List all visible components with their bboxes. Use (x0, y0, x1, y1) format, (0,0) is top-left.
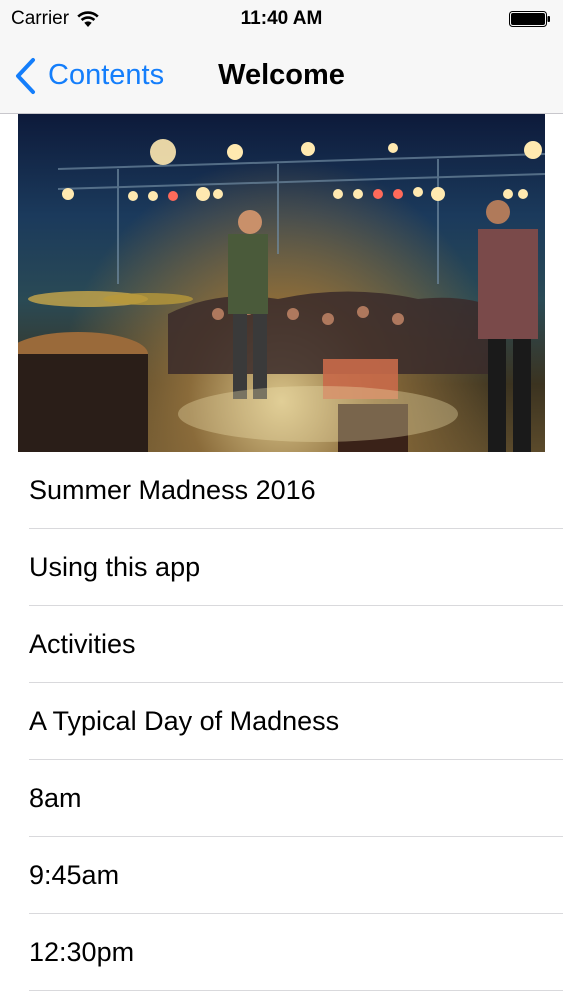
navigation-bar: Contents Welcome (0, 38, 563, 114)
status-bar: Carrier 11:40 AM (0, 0, 563, 38)
list-item-label: A Typical Day of Madness (29, 706, 340, 736)
list-item-label: 9:45am (29, 860, 120, 890)
app-screen: Carrier 11:40 AM Contents Welcome Summer… (0, 0, 563, 1000)
status-time: 11:40 AM (240, 8, 323, 29)
hero-image (18, 114, 545, 452)
contents-list: Summer Madness 2016 Using this app Activ… (0, 452, 563, 991)
list-item-label: 8am (29, 783, 82, 813)
back-button-label: Contents (48, 59, 165, 91)
list-item[interactable]: Activities (0, 606, 563, 683)
battery-full-icon (509, 11, 550, 27)
list-item[interactable]: Using this app (0, 529, 563, 606)
list-item[interactable]: 12:30pm (0, 914, 563, 991)
list-item[interactable]: 8am (0, 760, 563, 837)
concert-stage-photo (18, 139, 545, 452)
list-item-label: Activities (29, 629, 136, 659)
list-item[interactable]: Summer Madness 2016 (0, 452, 563, 529)
back-button[interactable]: Contents (14, 38, 164, 113)
list-item[interactable]: A Typical Day of Madness (0, 683, 563, 760)
list-item-label: Summer Madness 2016 (29, 475, 316, 505)
list-item-label: Using this app (29, 552, 201, 582)
row-separator (29, 990, 563, 991)
list-item[interactable]: 9:45am (0, 837, 563, 914)
list-item-label: 12:30pm (29, 937, 135, 967)
chevron-left-icon (16, 57, 35, 94)
